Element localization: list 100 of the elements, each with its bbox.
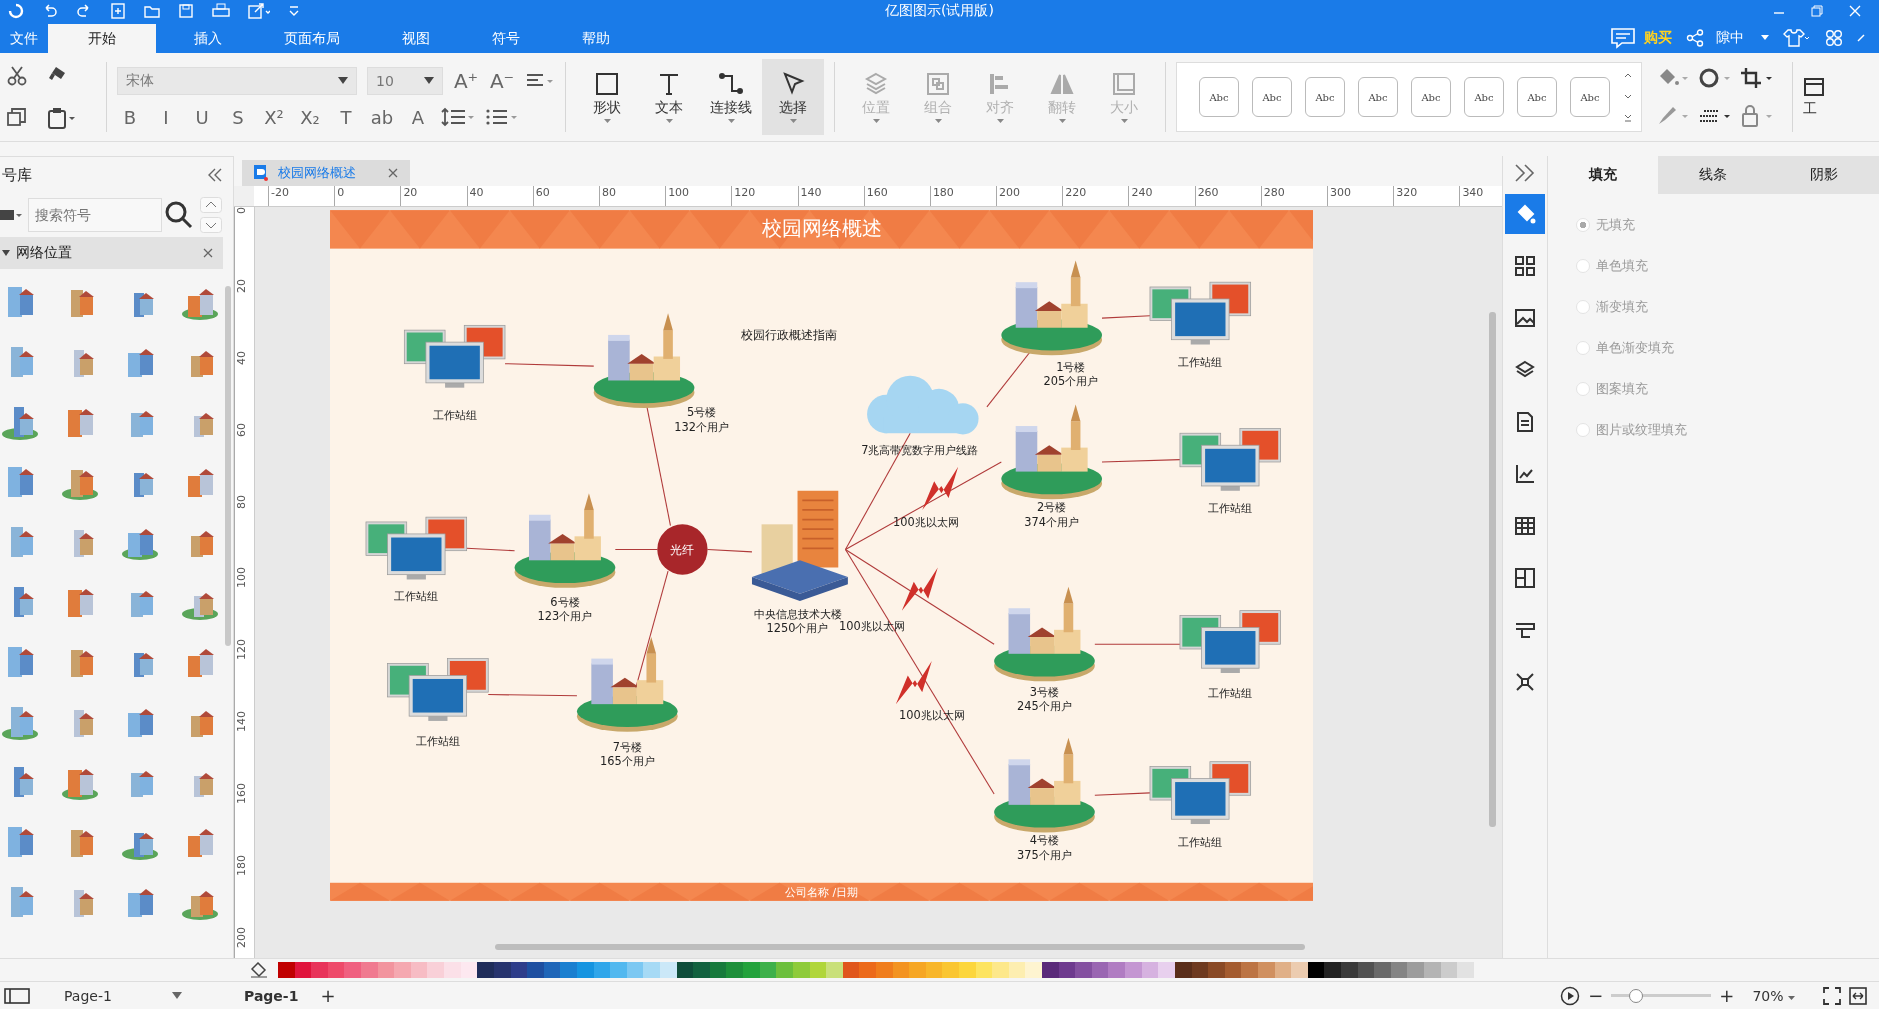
- fill-option-label[interactable]: 图案填充: [1596, 380, 1648, 398]
- fill-option-label[interactable]: 渐变填充: [1596, 298, 1648, 316]
- fill-option-label[interactable]: 无填充: [1596, 216, 1635, 234]
- ruler-label: 0: [234, 207, 254, 279]
- menu-tab[interactable]: 文件: [0, 24, 48, 53]
- format-button[interactable]: S: [225, 106, 251, 128]
- node-users-label: 375个用户: [1017, 847, 1072, 862]
- style-swatch[interactable]: Abc: [1464, 77, 1504, 117]
- font-size-button[interactable]: A⁺: [453, 68, 479, 93]
- panel-title: 号库: [2, 165, 32, 185]
- menu-tab[interactable]: 视图: [378, 24, 454, 53]
- page-select[interactable]: Page-1: [64, 987, 212, 1004]
- style-swatch[interactable]: Abc: [1252, 77, 1292, 117]
- node-label: 工作站组: [394, 588, 439, 603]
- fill-option-label[interactable]: 单色填充: [1596, 257, 1648, 275]
- style-swatch[interactable]: Abc: [1199, 77, 1239, 117]
- zoom-in-button[interactable]: +: [1719, 985, 1735, 1006]
- style-swatch[interactable]: Abc: [1570, 77, 1610, 117]
- format-button[interactable]: X₂: [297, 106, 323, 128]
- ribbon-tool-button[interactable]: 形状: [576, 59, 638, 135]
- ruler-label: 100: [234, 567, 254, 639]
- node-label: 光纤: [670, 543, 695, 558]
- document-tab[interactable]: 校园网络概述: [242, 160, 410, 186]
- ruler-label: 180: [929, 186, 997, 206]
- node-label: 工作站组: [1178, 834, 1223, 849]
- document-title: 校园网络概述: [278, 164, 357, 182]
- ruler-label: 240: [1128, 186, 1195, 206]
- zoom-out-button[interactable]: −: [1588, 985, 1604, 1006]
- node-users-label: 123个用户: [537, 609, 593, 624]
- ruler-label: 140: [797, 186, 864, 206]
- menu-tab[interactable]: 开始: [48, 24, 156, 53]
- ruler-label: 80: [598, 186, 666, 206]
- ruler-label: 220: [1062, 186, 1129, 206]
- ribbon-tool-button[interactable]: 文本: [638, 59, 700, 135]
- node-label: 中央信息技术大楼: [753, 606, 842, 621]
- ruler-label: 20: [400, 186, 467, 206]
- fill-option-label[interactable]: 图片或纹理填充: [1596, 421, 1687, 439]
- menu-tab[interactable]: 页面布局: [260, 24, 364, 53]
- node-label: 4号楼: [1029, 833, 1060, 848]
- ruler-label: 120: [234, 639, 254, 711]
- user-menu[interactable]: 隙中: [1716, 28, 1769, 47]
- ruler-label: 200: [996, 186, 1063, 206]
- ruler-label: 300: [1327, 186, 1394, 206]
- node-label: 2号楼: [1037, 500, 1067, 515]
- ribbon-tool-button[interactable]: 连接线: [700, 59, 762, 135]
- ruler-label: 40: [234, 351, 254, 423]
- format-tab[interactable]: 阴影: [1768, 156, 1879, 194]
- zoom-select[interactable]: 70%: [1752, 987, 1795, 1004]
- format-tab[interactable]: 线条: [1658, 156, 1769, 194]
- ruler-label: 280: [1260, 186, 1327, 206]
- font-family-select[interactable]: 宋体: [117, 66, 357, 95]
- node-label: 6号楼: [550, 594, 580, 609]
- font-size-select[interactable]: 10: [367, 66, 443, 95]
- format-button[interactable]: U: [189, 106, 215, 128]
- fill-option-label[interactable]: 单色渐变填充: [1596, 339, 1674, 357]
- ruler-label: 160: [234, 783, 254, 855]
- style-swatch[interactable]: Abc: [1517, 77, 1557, 117]
- library-section-header[interactable]: 网络位置: [0, 237, 223, 269]
- menu-tab[interactable]: 符号: [468, 24, 544, 53]
- add-page-button[interactable]: +: [320, 985, 336, 1006]
- node-users-label: 205个用户: [1043, 374, 1099, 389]
- ruler-label: 260: [1194, 186, 1261, 206]
- style-swatch[interactable]: Abc: [1411, 77, 1451, 117]
- style-swatch[interactable]: Abc: [1305, 77, 1345, 117]
- ruler-label: 140: [234, 711, 254, 783]
- tools-button[interactable]: 工: [1803, 59, 1839, 135]
- node-users-label: 132个用户: [674, 419, 729, 434]
- ruler-label: 40: [466, 186, 533, 206]
- font-size-button[interactable]: A⁻: [489, 68, 515, 93]
- node-label: 3号楼: [1029, 684, 1060, 699]
- node-label: 工作站组: [432, 407, 477, 422]
- format-button[interactable]: I: [153, 106, 179, 128]
- node-label: 7号楼: [612, 739, 642, 754]
- format-button[interactable]: B: [117, 106, 143, 128]
- node-label: 7兆高带宽数字用户线路: [861, 442, 979, 457]
- ribbon-tool-button[interactable]: 选择: [762, 59, 824, 135]
- ruler-label: 0: [334, 186, 401, 206]
- page-tab[interactable]: Page-1: [244, 987, 299, 1004]
- node-label: 工作站组: [415, 733, 460, 748]
- style-swatch[interactable]: Abc: [1358, 77, 1398, 117]
- ruler-label: 160: [863, 186, 930, 206]
- menu-tab[interactable]: 帮助: [558, 24, 634, 53]
- format-tab[interactable]: 填充: [1548, 156, 1659, 194]
- format-button[interactable]: ab: [369, 106, 395, 128]
- section-title: 网络位置: [16, 244, 73, 262]
- ruler-label: 20: [234, 279, 254, 351]
- menu-tab[interactable]: 插入: [170, 24, 246, 53]
- ruler-label: 100: [665, 186, 732, 206]
- format-button[interactable]: A: [405, 106, 431, 128]
- format-button[interactable]: X²: [261, 106, 287, 128]
- ruler-label: 120: [731, 186, 798, 206]
- node-label: 5号楼: [687, 405, 717, 420]
- format-button[interactable]: T: [333, 106, 359, 128]
- search-field[interactable]: 搜索符号: [28, 198, 162, 232]
- node-label: 100兆以太网: [892, 514, 959, 529]
- buy-link[interactable]: 购买: [1644, 28, 1672, 47]
- window-title: 亿图图示(试用版): [885, 2, 994, 20]
- node-label: 工作站组: [1208, 685, 1253, 700]
- ruler-label: 60: [532, 186, 599, 206]
- ruler-label: 60: [234, 423, 254, 495]
